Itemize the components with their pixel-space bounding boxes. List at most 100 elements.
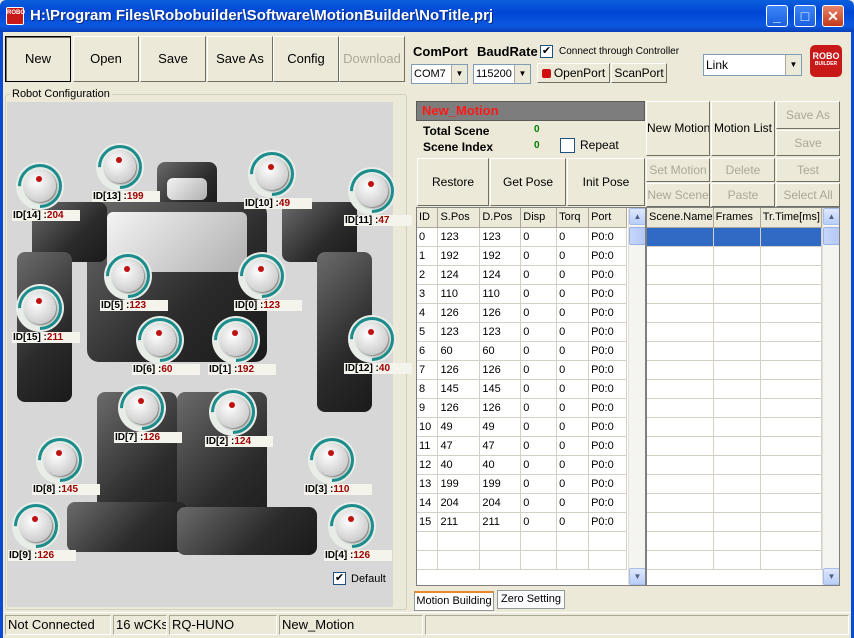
- open-port-button[interactable]: OpenPort: [537, 63, 610, 83]
- table-cell[interactable]: 126: [479, 398, 522, 418]
- table-cell[interactable]: 211: [437, 512, 481, 532]
- table-row[interactable]: 11 47 47 0 0 P0:0: [417, 436, 627, 456]
- table-cell[interactable]: P0:0: [588, 284, 627, 304]
- knob-dial[interactable]: [88, 135, 152, 199]
- default-checkbox[interactable]: ✔: [333, 572, 346, 585]
- table-cell[interactable]: 12: [417, 455, 439, 475]
- column-header[interactable]: Scene.Name: [647, 208, 714, 228]
- scene-table[interactable]: Scene.Name Frames Tr.Time[ms] ▲ ▼: [646, 207, 840, 586]
- table-cell[interactable]: 0: [556, 246, 590, 266]
- empty-row[interactable]: [647, 531, 823, 551]
- download-button[interactable]: Download: [339, 36, 405, 82]
- table-cell[interactable]: P0:0: [588, 512, 627, 532]
- table-cell[interactable]: P0:0: [588, 246, 627, 266]
- table-cell[interactable]: 0: [417, 227, 439, 247]
- table-row[interactable]: 15 211 211 0 0 P0:0: [417, 512, 627, 532]
- scroll-down-icon[interactable]: ▼: [629, 568, 645, 585]
- table-cell[interactable]: P0:0: [588, 436, 627, 456]
- column-header[interactable]: ID: [417, 208, 439, 228]
- table-cell[interactable]: 10: [417, 417, 439, 437]
- scroll-thumb[interactable]: [823, 227, 839, 245]
- table-cell[interactable]: 0: [520, 322, 558, 342]
- empty-row[interactable]: [647, 246, 823, 266]
- table-cell[interactable]: 0: [556, 455, 590, 475]
- select-all-button[interactable]: Select All: [776, 183, 840, 207]
- table-cell[interactable]: 0: [520, 303, 558, 323]
- link-select[interactable]: Link ▼: [703, 54, 802, 76]
- column-header[interactable]: Tr.Time[ms]: [760, 208, 823, 228]
- table-cell[interactable]: 1: [417, 246, 439, 266]
- knob-dial[interactable]: [128, 308, 192, 372]
- table-cell[interactable]: 204: [479, 493, 522, 513]
- table-cell[interactable]: 0: [520, 417, 558, 437]
- empty-row[interactable]: [647, 512, 823, 532]
- table-cell[interactable]: 0: [520, 455, 558, 475]
- scan-port-button[interactable]: ScanPort: [611, 63, 667, 83]
- empty-row[interactable]: [647, 417, 823, 437]
- table-cell[interactable]: 123: [437, 322, 481, 342]
- table-row[interactable]: 12 40 40 0 0 P0:0: [417, 455, 627, 475]
- connect-through-controller-checkbox[interactable]: ✔: [540, 45, 553, 58]
- table-cell[interactable]: 110: [479, 284, 522, 304]
- table-cell[interactable]: P0:0: [588, 322, 627, 342]
- scroll-down-icon[interactable]: ▼: [823, 568, 839, 585]
- scroll-thumb[interactable]: [629, 227, 645, 245]
- table-cell[interactable]: 0: [556, 303, 590, 323]
- paste-button[interactable]: Paste: [711, 183, 775, 207]
- table-cell[interactable]: 0: [556, 379, 590, 399]
- table-cell[interactable]: 145: [479, 379, 522, 399]
- knob-dial[interactable]: [320, 494, 384, 558]
- table-cell[interactable]: 0: [520, 436, 558, 456]
- table-cell[interactable]: P0:0: [588, 303, 627, 323]
- servo-table-scrollbar[interactable]: ▲ ▼: [628, 208, 645, 585]
- table-cell[interactable]: 126: [437, 398, 481, 418]
- table-cell[interactable]: P0:0: [588, 227, 627, 247]
- table-cell[interactable]: 0: [520, 284, 558, 304]
- save-as-button[interactable]: Save As: [207, 36, 273, 82]
- table-cell[interactable]: 124: [479, 265, 522, 285]
- table-cell[interactable]: 0: [556, 398, 590, 418]
- empty-row[interactable]: [647, 265, 823, 285]
- table-cell[interactable]: P0:0: [588, 360, 627, 380]
- table-cell[interactable]: 0: [556, 341, 590, 361]
- delete-button[interactable]: Delete: [711, 158, 775, 182]
- table-cell[interactable]: 0: [556, 227, 590, 247]
- table-cell[interactable]: 0: [520, 398, 558, 418]
- table-cell[interactable]: 40: [437, 455, 481, 475]
- table-cell[interactable]: 192: [437, 246, 481, 266]
- table-cell[interactable]: 3: [417, 284, 439, 304]
- table-row[interactable]: 4 126 126 0 0 P0:0: [417, 303, 627, 323]
- baudrate-select[interactable]: 115200 ▼: [473, 64, 531, 84]
- table-cell[interactable]: 126: [437, 360, 481, 380]
- table-cell[interactable]: 0: [556, 493, 590, 513]
- knob-dial[interactable]: [28, 428, 92, 492]
- table-row[interactable]: 2 124 124 0 0 P0:0: [417, 265, 627, 285]
- table-cell[interactable]: 0: [556, 417, 590, 437]
- table-cell[interactable]: 204: [437, 493, 481, 513]
- column-header[interactable]: Disp: [520, 208, 558, 228]
- table-cell[interactable]: 0: [556, 360, 590, 380]
- tab-motion-building[interactable]: Motion Building: [414, 591, 494, 611]
- table-cell[interactable]: 49: [479, 417, 522, 437]
- scroll-up-icon[interactable]: ▲: [629, 208, 645, 225]
- table-cell[interactable]: 126: [437, 303, 481, 323]
- knob-dial[interactable]: [4, 494, 68, 558]
- table-cell[interactable]: P0:0: [588, 455, 627, 475]
- column-header[interactable]: Port: [588, 208, 627, 228]
- table-cell[interactable]: 8: [417, 379, 439, 399]
- config-button[interactable]: Config: [273, 36, 339, 82]
- table-cell[interactable]: 6: [417, 341, 439, 361]
- table-cell[interactable]: 0: [520, 379, 558, 399]
- table-cell[interactable]: 126: [479, 303, 522, 323]
- table-cell[interactable]: 14: [417, 493, 439, 513]
- empty-row[interactable]: [647, 436, 823, 456]
- table-cell[interactable]: 47: [479, 436, 522, 456]
- table-cell[interactable]: 123: [479, 322, 522, 342]
- restore-button[interactable]: Restore: [417, 158, 489, 206]
- table-cell[interactable]: 126: [479, 360, 522, 380]
- empty-row[interactable]: [647, 398, 823, 418]
- empty-row[interactable]: [647, 379, 823, 399]
- init-pose-button[interactable]: Init Pose: [567, 158, 645, 206]
- table-cell[interactable]: 110: [437, 284, 481, 304]
- table-cell[interactable]: 4: [417, 303, 439, 323]
